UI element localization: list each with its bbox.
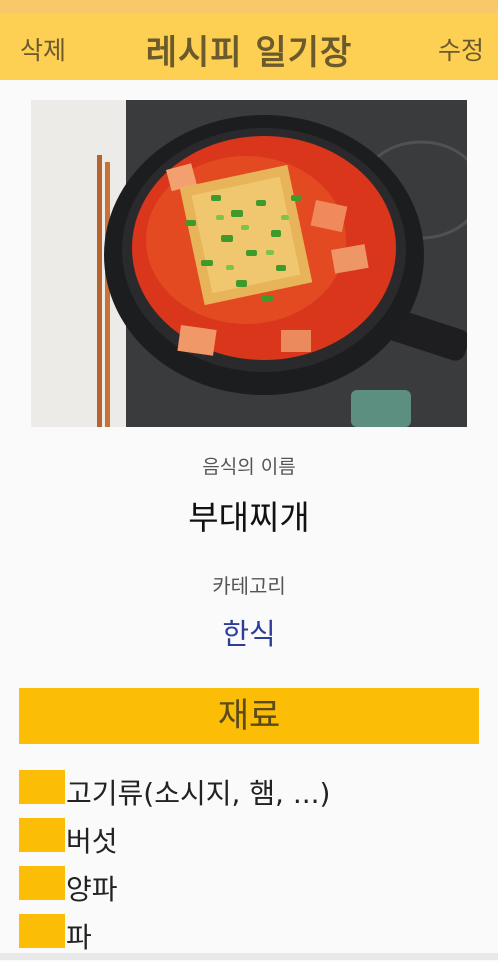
food-name-label: 음식의 이름 (202, 456, 296, 478)
app-bar: 삭제 레시피 일기장 수정 (0, 13, 498, 80)
ingredient-checkbox[interactable] (19, 818, 65, 852)
ingredient-label: 버섯 (66, 825, 118, 858)
bottom-edge (0, 953, 498, 960)
status-bar (0, 0, 498, 13)
ingredient-checkbox[interactable] (19, 770, 65, 804)
category-value: 한식 (222, 617, 276, 651)
category-label: 카테고리 (212, 574, 286, 598)
page-title: 레시피 일기장 (145, 33, 353, 73)
ingredient-checkbox[interactable] (19, 866, 65, 900)
food-name: 부대찌개 (188, 498, 310, 537)
ingredient-label: 양파 (66, 873, 118, 906)
recipe-photo (31, 100, 467, 427)
ingredient-label: 파 (66, 921, 92, 954)
ingredient-checkbox[interactable] (19, 914, 65, 948)
ingredients-header: 재료 (19, 688, 479, 744)
ingredient-label: 고기류(소시지, 햄, ...) (66, 777, 331, 810)
edit-button[interactable]: 수정 (438, 31, 484, 67)
